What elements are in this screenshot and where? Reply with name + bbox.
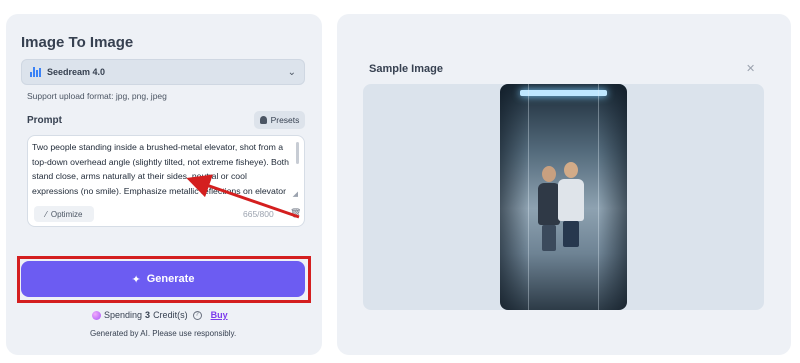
legs [563,221,579,247]
sample-panel: Sample Image ✕ [337,14,791,355]
head [564,162,578,178]
ceiling-light [520,90,607,96]
torso [538,183,560,225]
head [542,166,556,182]
wall-seam [528,84,529,310]
person-woman [538,166,560,251]
image-to-image-panel: Image To Image Seedream 4.0 ⌄ Support up… [6,14,322,355]
sample-image-title: Sample Image [369,63,443,75]
sample-image[interactable] [500,84,627,310]
person-man [558,162,584,247]
close-icon[interactable]: ✕ [746,62,755,75]
torso [558,179,584,221]
legs [542,225,556,251]
wall-seam [598,84,599,310]
sample-image-area [363,84,764,310]
annotation-arrow [186,174,300,219]
